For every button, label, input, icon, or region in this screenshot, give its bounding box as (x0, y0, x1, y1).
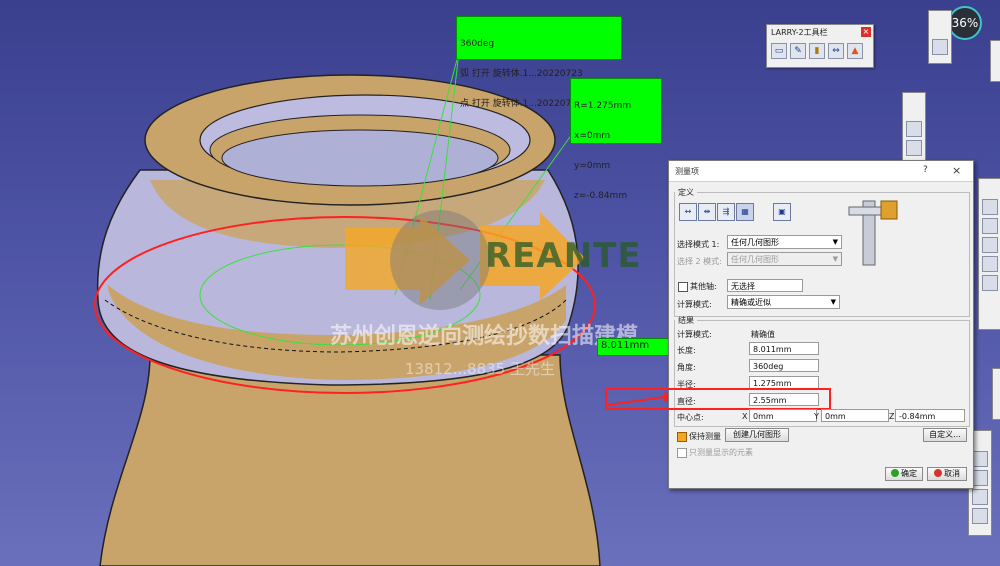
result-calc-mode-value: 精确值 (751, 330, 775, 339)
calc-mode-label: 计算模式: (677, 300, 712, 309)
center-y-prefix: Y (814, 412, 819, 421)
tool-icon-2[interactable] (982, 218, 998, 234)
tool-icon-5[interactable] (982, 275, 998, 291)
cube-icon[interactable] (906, 121, 922, 137)
help-button[interactable]: ? (923, 165, 928, 175)
length-field[interactable]: 8.011mm (749, 342, 819, 355)
chevron-down-icon: ▼ (832, 238, 838, 246)
ruler-icon[interactable]: ▭ (771, 43, 787, 59)
center-y-field[interactable]: 0mm (821, 409, 889, 422)
edit-icon[interactable] (932, 39, 948, 55)
watermark-line1: 苏州创恩逆向测绘抄数扫描建模 (330, 324, 639, 349)
mode2-select: 任何几何图形 ▼ (727, 252, 842, 266)
side-toolbar-2[interactable] (902, 92, 926, 166)
mode1-select[interactable]: 任何几何图形 ▼ (727, 235, 842, 249)
length-label: 长度: (677, 346, 696, 355)
cancel-button[interactable]: 取消 (927, 467, 967, 481)
cube-icon-2[interactable] (906, 140, 922, 156)
mode2-value: 任何几何图形 (731, 255, 779, 264)
center-x-prefix: X (742, 412, 748, 421)
bottle-icon[interactable]: ▮ (809, 43, 825, 59)
tool-icon-1[interactable] (982, 199, 998, 215)
caliper-icon (848, 200, 898, 266)
center-z-field[interactable]: -0.84mm (895, 409, 965, 422)
chevron-down-icon: ▼ (832, 255, 838, 263)
annotation-radius-y: y=0mm (574, 161, 611, 171)
annotation-length[interactable]: 8.011mm (597, 338, 669, 356)
definition-legend: 定义 (678, 188, 694, 197)
cancel-icon (934, 469, 942, 477)
center-x-field[interactable]: 0mm (749, 409, 817, 422)
other-axis-checkbox[interactable] (678, 282, 688, 292)
annotation-radius-x: x=0mm (574, 131, 611, 141)
dialog-titlebar[interactable]: 测量项 ? × (669, 161, 973, 182)
other-axis-label: 其他轴: (690, 282, 717, 291)
measure-item-dialog[interactable]: 测量项 ? × 定义 ↔ ⇹ ⇶ ▦ ▣ 选择模式 1: 任何几何图形 ▼ 选择 … (605, 160, 974, 489)
measure-fan-icon[interactable]: ⇶ (717, 203, 735, 221)
side-toolbar-top[interactable] (928, 10, 952, 64)
measure-between-icon[interactable]: ↔ (679, 203, 697, 221)
cancel-label: 取消 (944, 469, 960, 478)
mode2-label: 选择 2 模式: (677, 257, 722, 266)
ok-button[interactable]: 确定 (885, 467, 923, 481)
dialog-title: 测量项 (675, 167, 699, 176)
mode1-value: 任何几何图形 (731, 238, 779, 247)
annotation-radius[interactable]: R=1.275mm x=0mm y=0mm z=-0.84mm (570, 78, 662, 201)
calc-mode-select[interactable]: 精确或近似 ▼ (727, 295, 840, 309)
measure-chain-icon[interactable]: ⇹ (698, 203, 716, 221)
side-toolbar-6[interactable] (992, 368, 1000, 420)
sphere-icon-4[interactable] (972, 508, 988, 524)
fire-icon[interactable]: ▲ (847, 43, 863, 59)
larry-toolbar[interactable]: LARRY-2工具栏 × ▭ ✎ ▮ ⇔ ▲ (766, 24, 874, 68)
mode1-label: 选择模式 1: (677, 240, 720, 249)
ok-icon (891, 469, 899, 477)
keep-measure-label: 保持测量 (689, 432, 721, 441)
measure-thickness-icon[interactable]: ▣ (773, 203, 791, 221)
only-visible-label: 只测量显示的元素 (689, 448, 753, 457)
zoom-badge[interactable]: 36% (948, 6, 982, 40)
watermark-line2: 13812...8835 王先生 (405, 360, 555, 378)
close-icon[interactable]: × (861, 27, 871, 37)
result-calc-mode-label: 计算模式: (677, 330, 712, 339)
annotation-arc-line1: 360deg (460, 39, 495, 49)
annotation-arc[interactable]: 360deg 弧 打开 旋转体.1...20220723 点 打开 旋转体.1.… (456, 16, 622, 109)
center-z-prefix: Z (889, 412, 895, 421)
larry-toolbar-title: LARRY-2工具栏 × (771, 27, 871, 37)
diameter-highlight (605, 388, 831, 410)
other-axis-field[interactable]: 无选择 (727, 279, 803, 292)
results-legend: 结果 (678, 316, 694, 325)
sphere-icon-2[interactable] (972, 470, 988, 486)
measure-item-icon[interactable]: ▦ (736, 203, 754, 221)
tool-icon-3[interactable] (982, 237, 998, 253)
watermark-logo: REANTE (485, 236, 642, 276)
sphere-icon-3[interactable] (972, 489, 988, 505)
angle-label: 角度: (677, 363, 696, 372)
close-button[interactable]: × (952, 164, 961, 177)
angle-field[interactable]: 360deg (749, 359, 819, 372)
only-visible-checkbox[interactable] (677, 448, 687, 458)
sphere-icon-1[interactable] (972, 451, 988, 467)
measure-icon[interactable]: ✎ (790, 43, 806, 59)
customize-button[interactable]: 自定义... (923, 428, 967, 442)
annotation-radius-z: z=-0.84mm (574, 191, 628, 201)
tool-icon-4[interactable] (982, 256, 998, 272)
zoom-value: 36% (951, 16, 979, 30)
create-geometry-button[interactable]: 创建几何图形 (725, 428, 789, 442)
arrows-icon[interactable]: ⇔ (828, 43, 844, 59)
keep-measure-checkbox[interactable] (677, 432, 687, 442)
ok-label: 确定 (901, 469, 917, 478)
side-toolbar-5[interactable] (990, 40, 1000, 82)
center-label: 中心点: (677, 413, 704, 422)
calc-mode-value: 精确或近似 (731, 298, 771, 307)
annotation-radius-r: R=1.275mm (574, 101, 632, 111)
chevron-down-icon: ▼ (830, 298, 836, 306)
side-toolbar-3[interactable] (978, 178, 1000, 330)
